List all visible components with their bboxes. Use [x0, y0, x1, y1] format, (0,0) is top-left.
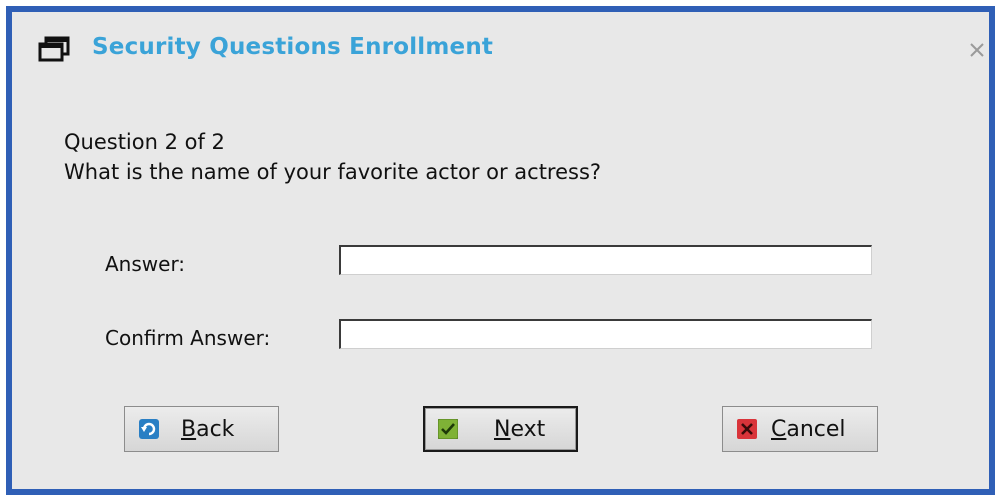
cancel-x-icon: [737, 419, 757, 439]
confirm-answer-input[interactable]: [339, 319, 872, 349]
answer-label: Answer:: [105, 252, 186, 276]
next-mnemonic: N: [494, 416, 511, 442]
next-button[interactable]: Next: [423, 406, 578, 452]
cancel-mnemonic: C: [771, 416, 787, 442]
security-questions-dialog: Security Questions Enrollment Question 2…: [6, 6, 995, 495]
cancel-button[interactable]: Cancel: [722, 406, 878, 452]
window-icon: [38, 36, 70, 62]
next-label-rest: ext: [510, 416, 546, 442]
next-button-label: Next: [494, 417, 545, 442]
titlebar: Security Questions Enrollment: [12, 12, 989, 76]
back-button-label: Back: [181, 417, 234, 442]
cancel-button-label: Cancel: [771, 417, 846, 442]
answer-input[interactable]: [339, 245, 872, 275]
question-text: What is the name of your favorite actor …: [64, 160, 602, 184]
question-counter: Question 2 of 2: [64, 130, 225, 154]
back-mnemonic: B: [181, 416, 197, 442]
back-button[interactable]: Back: [124, 406, 279, 452]
dialog-title: Security Questions Enrollment: [92, 34, 494, 60]
back-refresh-icon: [139, 419, 159, 439]
back-label-rest: ack: [196, 416, 235, 442]
checkmark-icon: [438, 419, 458, 439]
close-icon[interactable]: [967, 40, 987, 60]
confirm-answer-label: Confirm Answer:: [105, 326, 271, 350]
cancel-label-rest: ancel: [786, 416, 846, 442]
